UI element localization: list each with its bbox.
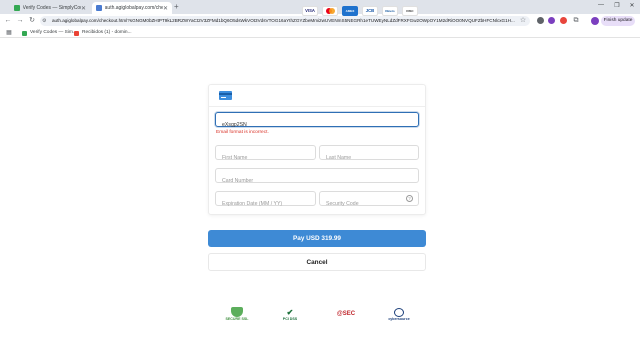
minimize-icon[interactable]: — (596, 2, 606, 8)
url-text: auth.agiglobalpay.com/checkout.html?sGNG… (52, 18, 515, 23)
finish-update-button[interactable]: Finish update (601, 16, 635, 26)
security-code-field[interactable]: ? (319, 191, 419, 211)
tab-label: auth.agiglobalpay.com/checkout... (104, 5, 163, 11)
extension-red-icon[interactable] (560, 17, 567, 24)
pci-dss-badge: ✔ PCI DSS (276, 304, 304, 324)
card-number-field[interactable] (215, 168, 419, 188)
card-brands-header (209, 85, 425, 107)
cybersource-badge: cybersource (384, 304, 414, 324)
visa-logo: VISA (302, 6, 318, 16)
pay-button[interactable]: Pay USD 319.99 (208, 230, 426, 247)
last-name-input[interactable] (320, 151, 418, 165)
tab-verify-codes[interactable]: Verify Codes — SimplyCodes ✕ (10, 2, 90, 14)
badge-label: cybersource (388, 316, 410, 321)
mastercard-logo (322, 6, 338, 16)
extension-icon[interactable] (537, 17, 544, 24)
new-tab-icon[interactable]: + (174, 2, 179, 12)
tab-strip: Verify Codes — SimplyCodes ✕ auth.agiglo… (0, 0, 640, 14)
bookmark-gmail[interactable]: Recibidos (1) - domin... (74, 29, 132, 37)
bookmark-favicon-icon (22, 30, 27, 36)
tab-label: Verify Codes — SimplyCodes (22, 5, 81, 11)
close-window-icon[interactable]: ✕ (627, 2, 637, 9)
email-field[interactable] (215, 112, 419, 132)
back-icon[interactable]: ← (3, 16, 13, 26)
extensions-puzzle-icon[interactable]: ⧉ (571, 16, 581, 26)
bookmark-star-icon[interactable]: ☆ (518, 16, 528, 26)
mastercard-orange-circle-icon (329, 8, 335, 14)
last-name-field[interactable] (319, 145, 419, 165)
tab-checkout[interactable]: auth.agiglobalpay.com/checkout... ✕ (92, 2, 172, 14)
bookmark-label: Recibidos (1) - domin... (82, 30, 132, 35)
forward-icon[interactable]: → (15, 16, 25, 26)
first-name-input[interactable] (216, 151, 315, 165)
badge-label: @SEC (336, 311, 356, 317)
cybersource-shield-icon (394, 307, 404, 317)
ssl-shield-icon (231, 307, 243, 317)
security-code-help-icon[interactable]: ? (406, 195, 413, 202)
cancel-button[interactable]: Cancel (208, 253, 426, 271)
expiration-input[interactable] (216, 197, 315, 211)
diners-logo: Diners (382, 6, 398, 16)
bookmarks-bar: ▦ Verify Codes — Sim... Recibidos (1) - … (0, 28, 640, 38)
reload-icon[interactable]: ↻ (27, 16, 37, 26)
apps-grid-icon[interactable]: ▦ (4, 28, 14, 38)
site-info-icon[interactable]: ⚙ (42, 16, 46, 26)
checkout-favicon-icon (96, 5, 102, 11)
address-bar[interactable]: ⚙ auth.agiglobalpay.com/checkout.html?sG… (40, 16, 530, 26)
close-tab-icon[interactable]: ✕ (81, 5, 86, 12)
browser-toolbar: ← → ↻ ⚙ auth.agiglobalpay.com/checkout.h… (0, 14, 640, 28)
amex-logo: AMEX (342, 6, 358, 16)
discover-logo: DISC (402, 6, 418, 16)
close-tab-icon[interactable]: ✕ (163, 5, 168, 12)
jcb-logo: JCB (362, 6, 378, 16)
badge-label: SECURE SSL (225, 317, 249, 321)
credit-card-icon (219, 91, 232, 100)
email-error-message: Email format is incorrect. (216, 130, 269, 135)
expiration-field[interactable] (215, 191, 316, 211)
simplycodes-favicon-icon (14, 5, 20, 11)
badge-label: PCI DSS (282, 316, 298, 321)
first-name-field[interactable] (215, 145, 316, 165)
ecc-badge: @SEC (326, 304, 366, 324)
security-code-input[interactable] (320, 197, 418, 211)
extension-badge-icon[interactable] (548, 17, 555, 24)
card-number-input[interactable] (216, 174, 418, 188)
avatar[interactable] (591, 17, 599, 25)
secure-ssl-badge: SECURE SSL (224, 304, 250, 324)
bookmark-label: Verify Codes — Sim... (30, 30, 77, 35)
maximize-icon[interactable]: ❐ (612, 2, 622, 9)
gmail-icon (74, 30, 79, 36)
bookmark-verify-codes[interactable]: Verify Codes — Sim... (22, 29, 77, 37)
pci-mark-icon: ✔ (286, 307, 294, 317)
